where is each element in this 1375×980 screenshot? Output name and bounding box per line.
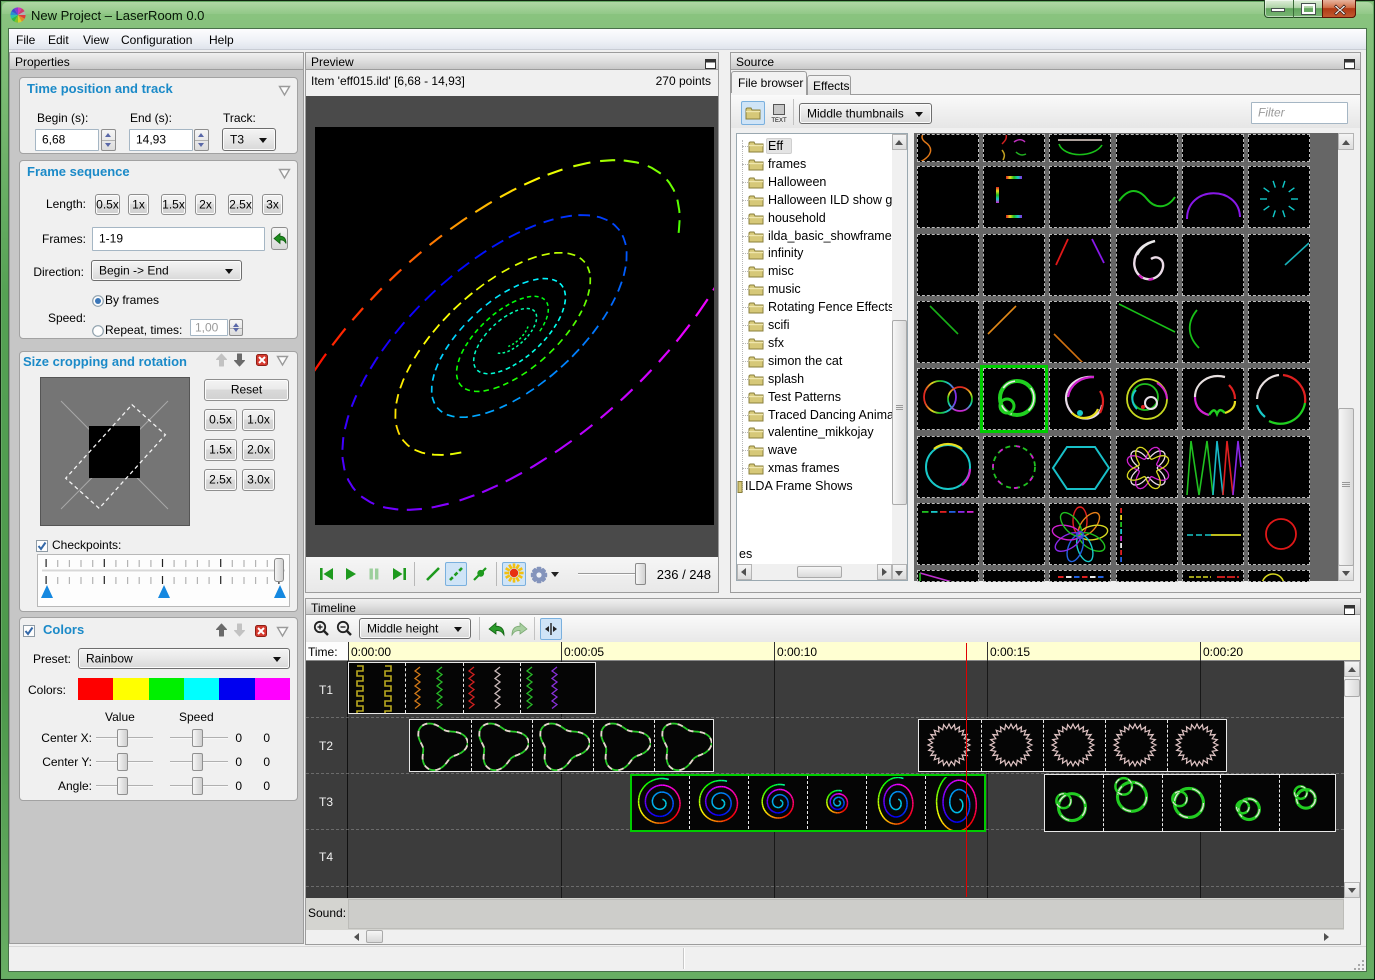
svg-text:TEXT: TEXT — [771, 118, 787, 123]
